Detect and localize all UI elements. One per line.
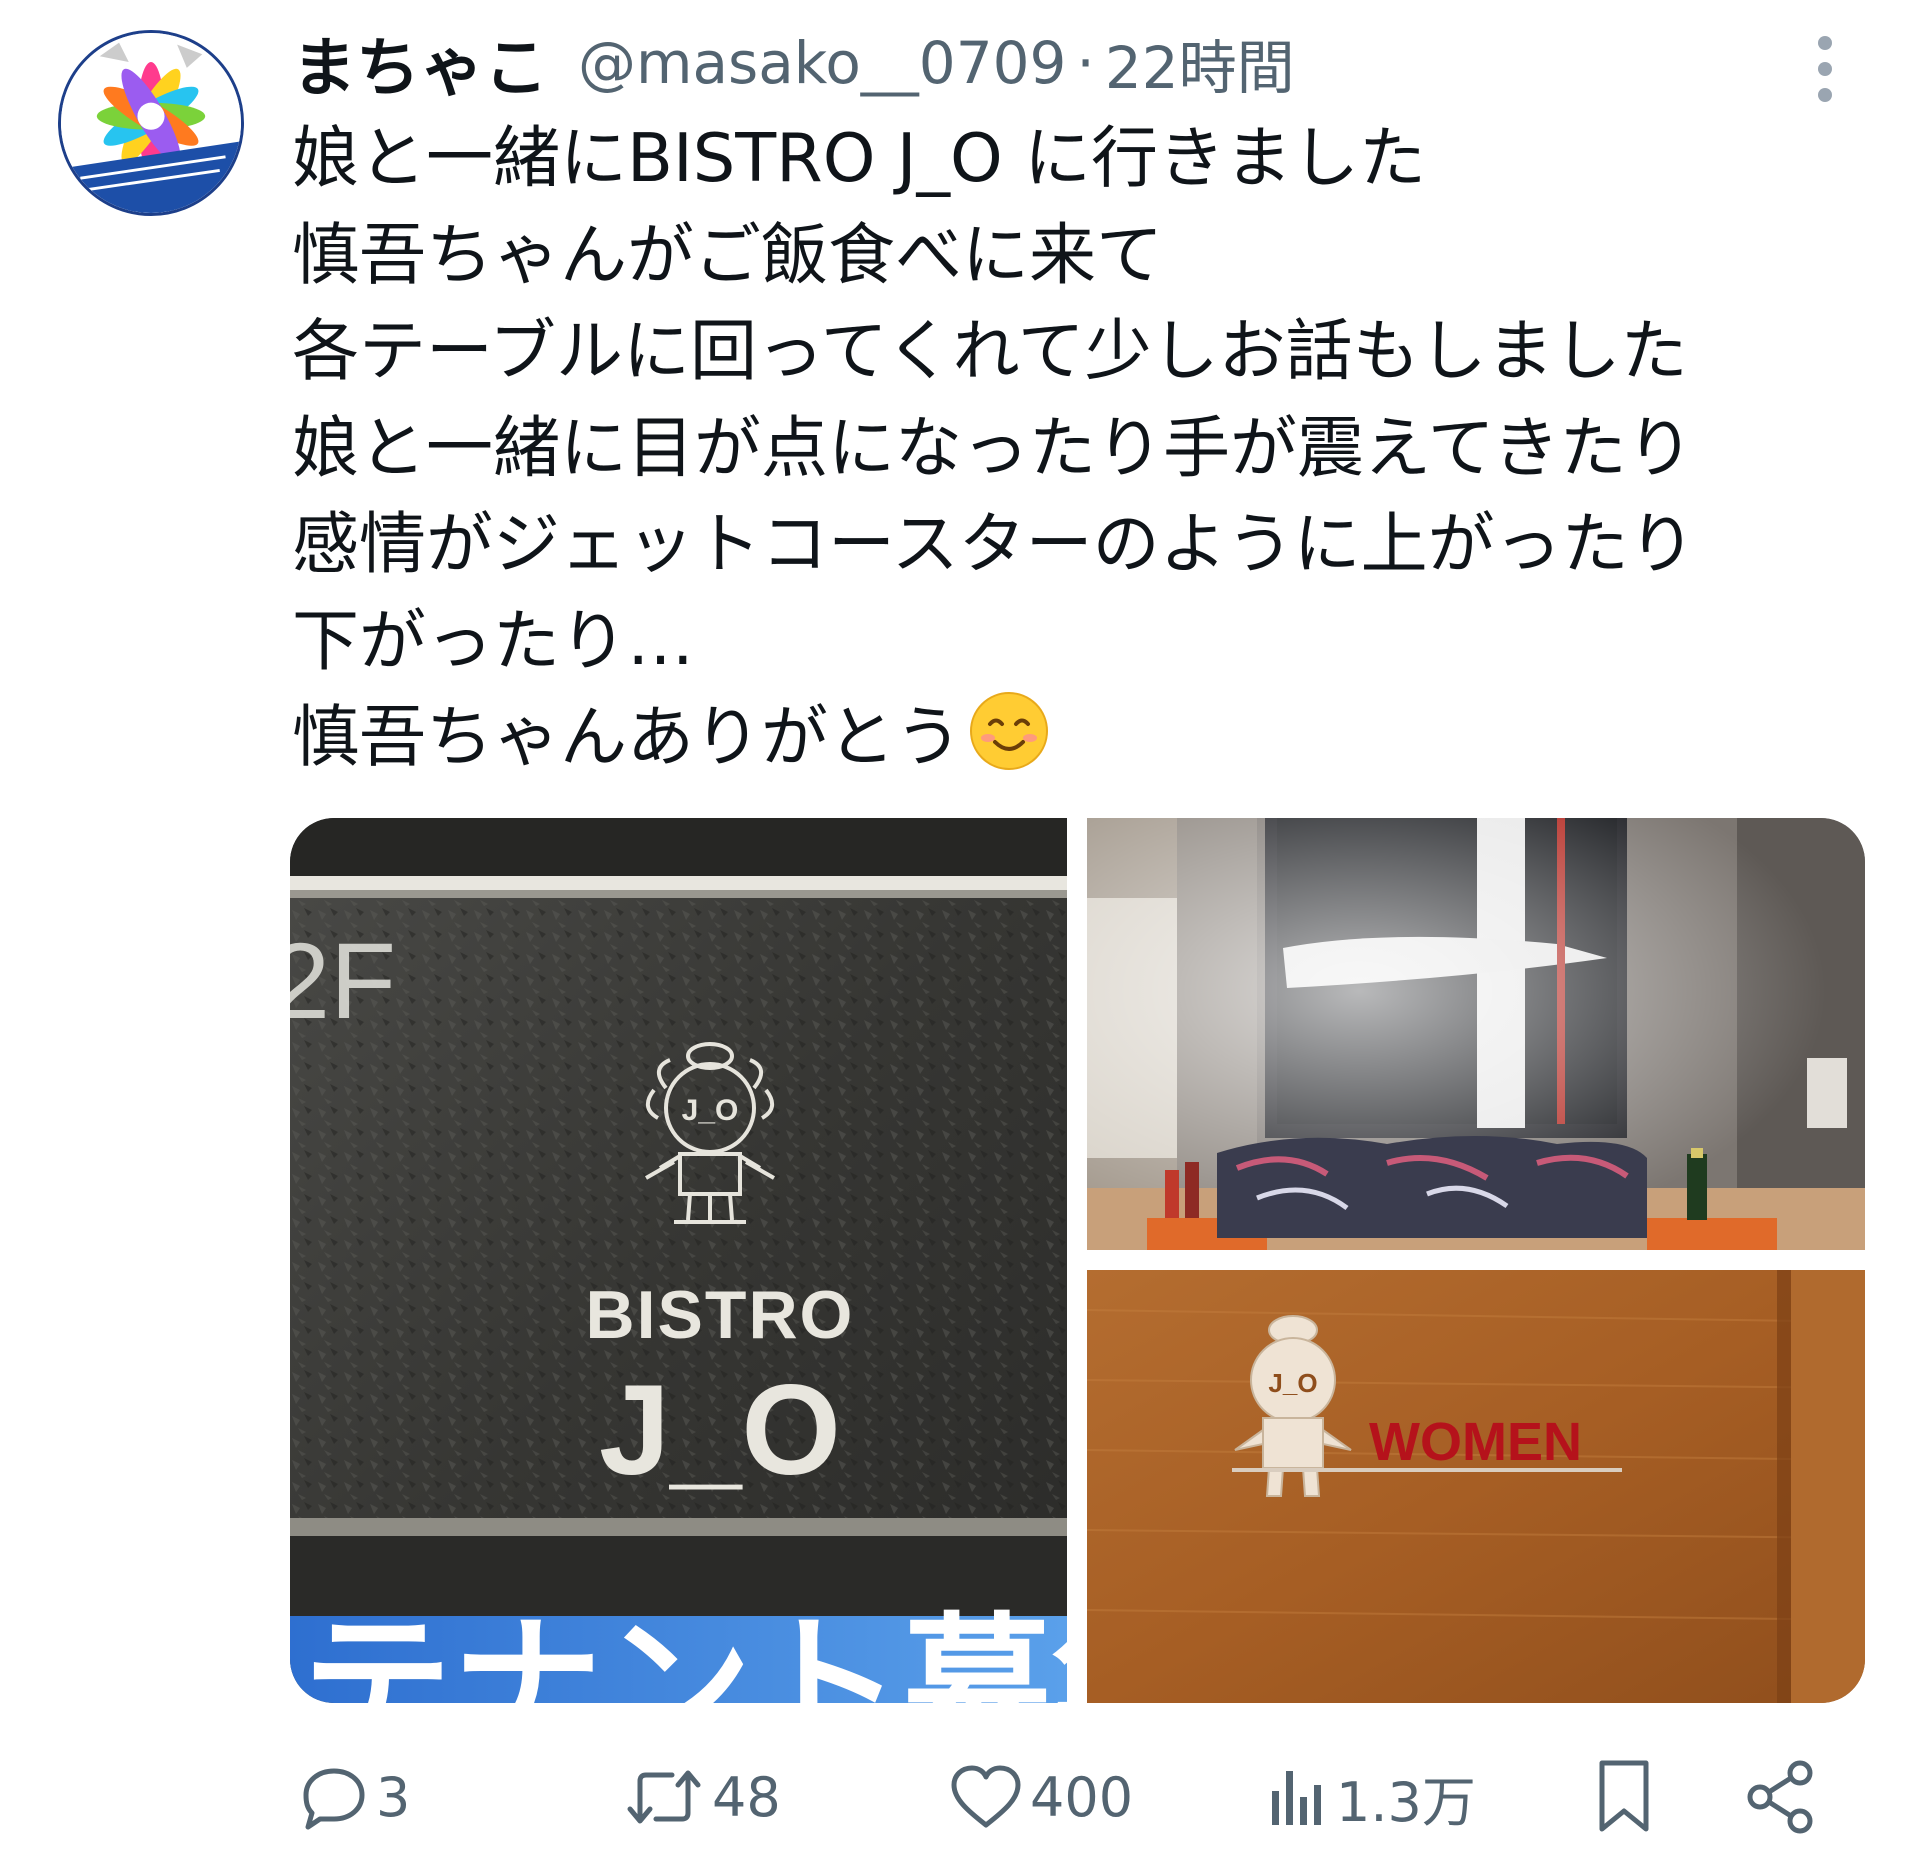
like-count: 400 <box>1030 1765 1134 1829</box>
dining-room-image <box>1087 818 1865 1250</box>
heart-icon <box>951 1765 1021 1828</box>
sign-line-bistro: BISTRO <box>586 1277 855 1353</box>
header-separator: · <box>1076 29 1095 97</box>
tweet-header: まちゃこ @masako__0709 · 22時間 <box>292 18 1295 108</box>
retweet-count: 48 <box>712 1765 781 1829</box>
tweet-text-line: 各テーブルに回ってくれて少しお話もしました <box>292 312 1688 390</box>
floor-label: 2F <box>290 920 396 1041</box>
tweet-text-line: 娘と一緒に目が点になったり手が震えてきたり <box>292 408 1694 487</box>
tweet-text-line-last: 慎吾ちゃんありがとう <box>292 689 1872 786</box>
photo-dining-room[interactable] <box>1087 818 1865 1250</box>
share-button[interactable] <box>1744 1752 1820 1842</box>
timestamp[interactable]: 22時間 <box>1105 21 1295 105</box>
views-button[interactable]: 1.3万 <box>1266 1752 1476 1842</box>
action-bar: 3 48 400 1.3万 <box>0 1752 1920 1842</box>
views-chart-icon <box>1272 1771 1321 1825</box>
views-count: 1.3万 <box>1336 1770 1476 1834</box>
tweet-text-line: 慎吾ちゃんがご飯食べに来て <box>292 215 1163 294</box>
retweet-icon <box>627 1770 701 1824</box>
photo-restroom-sign[interactable]: J_O WOMEN <box>1087 1270 1865 1703</box>
tweet-text-line: 感情がジェットコースターのように上がったり <box>292 505 1696 583</box>
share-icon <box>1747 1760 1813 1834</box>
user-handle[interactable]: @masako__0709 <box>578 29 1066 97</box>
media-grid: 2F J_O BISTRO J_O テナント募集 <box>290 818 1865 1703</box>
bookmark-button[interactable] <box>1592 1752 1656 1842</box>
avatar[interactable] <box>58 30 244 216</box>
sign-line-jo: J_O <box>599 1359 841 1502</box>
retweet-button[interactable]: 48 <box>622 1752 781 1842</box>
bistro-sign-image: 2F J_O BISTRO J_O テナント募集 <box>290 818 1067 1703</box>
banner-text: テナント募集 <box>302 1600 1067 1703</box>
reply-button[interactable]: 3 <box>298 1752 410 1842</box>
bookmark-icon <box>1599 1760 1649 1832</box>
photo-bistro-sign[interactable]: 2F J_O BISTRO J_O テナント募集 <box>290 818 1067 1703</box>
tweet-text-line: 慎吾ちゃんありがとう <box>292 698 962 776</box>
more-options-icon[interactable] <box>1800 34 1850 104</box>
display-name[interactable]: まちゃこ <box>292 17 548 109</box>
tweet-text-line: 下がったり… <box>292 601 694 680</box>
reply-icon <box>303 1768 365 1830</box>
avatar-image <box>61 33 241 213</box>
women-sign-text: WOMEN <box>1369 1412 1582 1472</box>
reply-count: 3 <box>376 1765 411 1829</box>
sign-mascot-text: J_O <box>1268 1368 1317 1398</box>
tweet-text: 娘と一緒にBISTRO J_O に行きました 慎吾ちゃんがご飯食べに来て 各テー… <box>292 110 1872 786</box>
mascot-logo-text: J_O <box>682 1094 739 1127</box>
like-button[interactable]: 400 <box>948 1752 1133 1842</box>
tweet-text-line: 娘と一緒にBISTRO J_O に行きました <box>292 119 1427 197</box>
restroom-sign-image: J_O WOMEN <box>1087 1270 1865 1703</box>
smiling-face-emoji-icon <box>970 692 1048 770</box>
